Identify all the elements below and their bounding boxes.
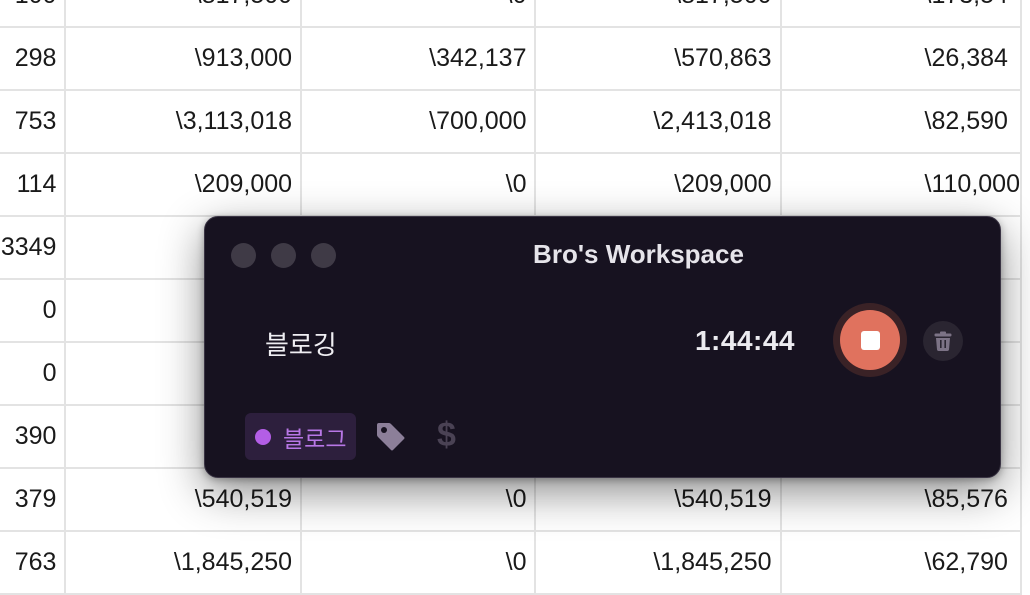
table-cell[interactable]: \110,000 — [780, 153, 1023, 217]
table-cell[interactable]: \817,500 — [65, 0, 303, 28]
table-row: 753 \3,113,018 \700,000 \2,413,018 \82,590 — [0, 90, 1023, 154]
stop-button-ring — [833, 303, 907, 377]
table-cell[interactable]: \0 — [301, 531, 537, 595]
workspace-title: Bro's Workspace — [533, 239, 744, 269]
table-cell[interactable]: \817,500 — [535, 0, 782, 28]
table-cell[interactable]: 298 — [0, 27, 67, 91]
table-cell[interactable]: 100 — [0, 0, 67, 28]
project-name: 블로그 — [283, 426, 347, 453]
tag-button[interactable] — [374, 421, 406, 458]
task-description[interactable]: 블로깅 — [265, 325, 337, 362]
table-cell[interactable]: \26,384 — [780, 27, 1023, 91]
stop-button[interactable] — [840, 310, 900, 370]
table-cell[interactable]: 763 — [0, 531, 67, 595]
discard-button[interactable] — [923, 321, 963, 361]
table-cell[interactable]: \2,413,018 — [535, 90, 782, 154]
table-cell[interactable]: \1,845,250 — [535, 531, 782, 595]
table-cell[interactable]: \570,863 — [535, 27, 782, 91]
timer-window[interactable]: Bro's Workspace 블로깅 1:44:44 블로그 $ — [204, 216, 1001, 478]
stop-icon — [860, 330, 880, 350]
table-cell[interactable]: 0 — [0, 279, 67, 343]
table-cell[interactable]: 3349 — [0, 216, 67, 280]
tag-icon — [377, 423, 405, 451]
table-cell[interactable]: \0 — [301, 153, 537, 217]
table-row: 114 \209,000 \0 \209,000 \110,000 — [0, 153, 1023, 217]
table-cell[interactable]: \700,000 — [301, 90, 537, 154]
table-cell[interactable]: 379 — [0, 468, 67, 532]
table-cell[interactable]: \0 — [301, 0, 537, 28]
table-cell[interactable]: \342,137 — [301, 27, 537, 91]
table-row: 298 \913,000 \342,137 \570,863 \26,384 — [0, 27, 1023, 91]
table-cell[interactable]: \913,000 — [65, 27, 303, 91]
table-cell[interactable]: 114 — [0, 153, 67, 217]
table-cell[interactable]: \82,590 — [780, 90, 1023, 154]
table-cell[interactable]: \173,54 — [780, 0, 1023, 28]
elapsed-time[interactable]: 1:44:44 — [695, 325, 795, 357]
table-row: 763 \1,845,250 \0 \1,845,250 \62,790 — [0, 531, 1023, 595]
project-color-dot — [255, 428, 271, 445]
billable-button[interactable]: $ — [437, 416, 456, 455]
table-cell[interactable]: \209,000 — [535, 153, 782, 217]
dollar-icon: $ — [437, 416, 456, 454]
trash-icon — [934, 331, 952, 351]
table-cell[interactable]: \209,000 — [65, 153, 303, 217]
table-cell[interactable]: 753 — [0, 90, 67, 154]
project-chip[interactable]: 블로그 — [245, 413, 357, 460]
table-cell[interactable]: \3,113,018 — [65, 90, 303, 154]
table-cell[interactable]: 0 — [0, 342, 67, 406]
table-row: 100\817,500\0\817,500\173,54 — [0, 0, 1023, 28]
table-cell[interactable]: \1,845,250 — [65, 531, 303, 595]
table-cell[interactable]: 390 — [0, 405, 67, 469]
table-cell[interactable]: \62,790 — [780, 531, 1023, 595]
